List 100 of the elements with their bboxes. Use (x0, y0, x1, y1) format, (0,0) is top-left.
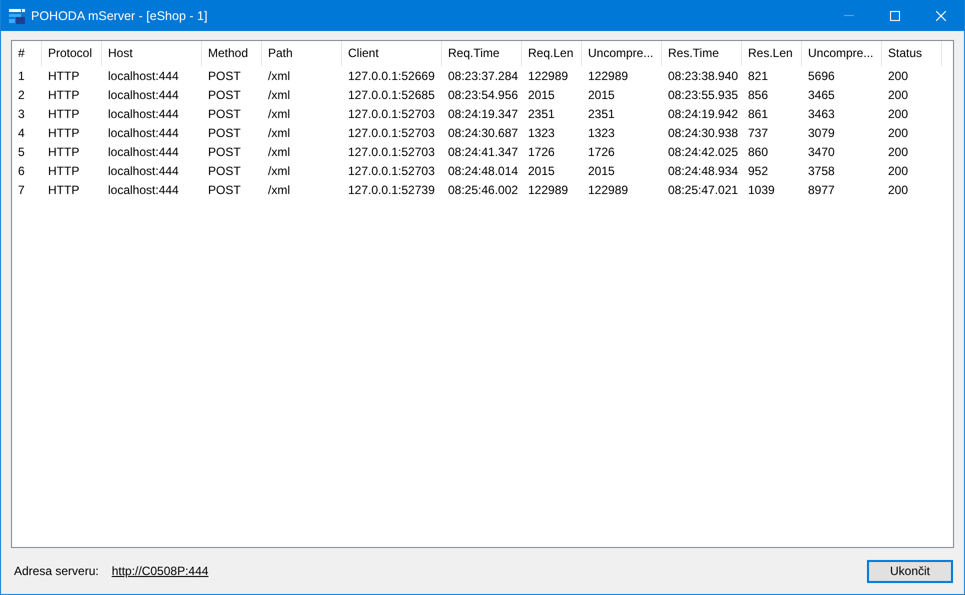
table-cell-text: localhost:444 (107, 182, 180, 199)
table-cell-text: HTTP (47, 87, 80, 104)
table-cell-text: 2015 (527, 87, 556, 104)
table-cell-text: 3758 (807, 163, 836, 180)
table-cell-text: 6 (17, 163, 26, 180)
table-cell-text: POST (207, 144, 242, 161)
table-cell-text: 1726 (587, 144, 616, 161)
table-cell-text: HTTP (47, 125, 80, 142)
table-cell-text: 08:23:38.940 (667, 68, 740, 85)
table-cell-text: 08:24:19.942 (667, 106, 740, 123)
table-cell-text: 122989 (527, 68, 570, 85)
table-cell-text: HTTP (47, 144, 80, 161)
column-header[interactable]: Res.Time (662, 41, 742, 66)
table-cell-text: 1 (17, 68, 26, 85)
column-header[interactable]: Uncompre... (582, 41, 662, 66)
table-cell-text: 821 (747, 68, 770, 85)
table-cell-text: /xml (267, 87, 291, 104)
table-cell-text: HTTP (47, 106, 80, 123)
table-cell-text: 3465 (807, 87, 836, 104)
column-header[interactable]: Req.Time (442, 41, 522, 66)
table-cell-text: 5696 (807, 68, 836, 85)
table-cell-text: 127.0.0.1:52703 (347, 163, 436, 180)
table-cell-text: 08:24:19.347 (447, 106, 520, 123)
column-header[interactable]: # (12, 41, 42, 66)
table-cell-text: /xml (267, 125, 291, 142)
table-cell-text: localhost:444 (107, 87, 180, 104)
table-cell-text: 3 (17, 106, 26, 123)
table-cell-text: 122989 (587, 68, 630, 85)
table-cell-text: 08:24:42.025 (667, 144, 740, 161)
table-cell-text: 737 (747, 125, 770, 142)
server-address-link[interactable]: http://C0508P:444 (112, 564, 208, 578)
table-cell-text: 08:25:46.002 (447, 182, 520, 199)
table-cell-text: 2351 (527, 106, 556, 123)
table-cell-text: 952 (747, 163, 770, 180)
table-cell-text: localhost:444 (107, 68, 180, 85)
column-header[interactable]: Uncompre... (802, 41, 882, 66)
app-logo-icon (9, 8, 25, 24)
table-cell-text: localhost:444 (107, 163, 180, 180)
column-header[interactable]: Req.Len (522, 41, 582, 66)
table-cell-text: 08:24:30.687 (447, 125, 520, 142)
table-cell-text: POST (207, 87, 242, 104)
table-cell-text: 3470 (807, 144, 836, 161)
table-cell-text: 2 (17, 87, 26, 104)
table-cell-text: 08:24:41.347 (447, 144, 520, 161)
table-cell-text: 08:24:48.014 (447, 163, 520, 180)
table-cell-text: 08:24:30.938 (667, 125, 740, 142)
table-cell-text: 122989 (587, 182, 630, 199)
table-cell-text: 2351 (587, 106, 616, 123)
column-header[interactable]: Method (202, 41, 262, 66)
column-header[interactable]: Protocol (42, 41, 102, 66)
table-cell-text: 8977 (807, 182, 836, 199)
table-cell-text: 4 (17, 125, 26, 142)
table-cell-text: POST (207, 125, 242, 142)
table-cell-text: /xml (267, 182, 291, 199)
table-cell-text: 3079 (807, 125, 836, 142)
table-cell-text: 7 (17, 182, 26, 199)
table-cell-text: /xml (267, 144, 291, 161)
table-cell-text: 860 (747, 144, 770, 161)
table-cell-text: 08:23:54.956 (447, 87, 520, 104)
server-address-label: Adresa serveru: (14, 564, 99, 578)
table-cell-text: 127.0.0.1:52739 (347, 182, 436, 199)
table-cell-text: HTTP (47, 182, 80, 199)
table-cell-text: 200 (887, 106, 910, 123)
table-cell-text: 1323 (527, 125, 556, 142)
table-cell-text: /xml (267, 106, 291, 123)
column-header[interactable]: Res.Len (742, 41, 802, 66)
table-cell-text: 2015 (527, 163, 556, 180)
column-header[interactable]: Host (102, 41, 202, 66)
table-cell-text: 200 (887, 87, 910, 104)
table-cell-text: localhost:444 (107, 106, 180, 123)
table-cell-text: 08:23:37.284 (447, 68, 520, 85)
table-cell-text: POST (207, 182, 242, 199)
table-cell-text: /xml (267, 68, 291, 85)
column-header[interactable]: Status (882, 41, 942, 66)
table-cell-text: 127.0.0.1:52703 (347, 125, 436, 142)
table-cell-text: 200 (887, 125, 910, 142)
table-cell-text: 2015 (587, 163, 616, 180)
window-title: POHODA mServer - [eShop - 1] (31, 8, 208, 22)
table-cell-text: 08:24:48.934 (667, 163, 740, 180)
table-cell-text: 1323 (587, 125, 616, 142)
table-cell-text: HTTP (47, 163, 80, 180)
table-cell-text: 3463 (807, 106, 836, 123)
quit-button[interactable]: Ukončit (867, 560, 953, 582)
table-cell-text: 127.0.0.1:52669 (347, 68, 436, 85)
table-cell-text: 200 (887, 144, 910, 161)
table-cell-text: POST (207, 163, 242, 180)
table-cell-text: 2015 (587, 87, 616, 104)
table-cell-text: 122989 (527, 182, 570, 199)
table-cell-text: HTTP (47, 68, 80, 85)
column-header[interactable]: Client (342, 41, 442, 66)
table-cell-text: 5 (17, 144, 26, 161)
table-cell-text: 127.0.0.1:52703 (347, 106, 436, 123)
table-cell-text: 1039 (747, 182, 776, 199)
table-cell-text: 127.0.0.1:52703 (347, 144, 436, 161)
table-cell-text: 200 (887, 182, 910, 199)
table-cell-text: localhost:444 (107, 125, 180, 142)
table-cell-text: POST (207, 106, 242, 123)
column-header[interactable]: Path (262, 41, 342, 66)
table-cell-text: 127.0.0.1:52685 (347, 87, 436, 104)
table-cell-text: 08:25:47.021 (667, 182, 740, 199)
